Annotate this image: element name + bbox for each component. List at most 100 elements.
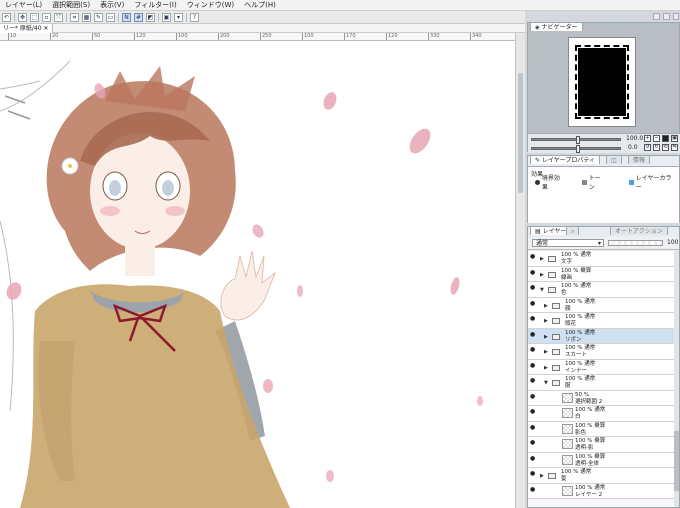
layer-row[interactable]: ● ▶ 100 % 通常 リボン — [528, 328, 674, 344]
chevron-down-icon[interactable]: ▼ — [544, 380, 548, 386]
layer-row[interactable]: ● ▶ 100 % 通常 文字 — [528, 251, 674, 267]
border-effect-button[interactable]: 境界効果 — [532, 175, 568, 191]
flip-horizontal-icon[interactable]: ⇋ — [671, 144, 678, 151]
layer-row[interactable]: ● ▼ 100 % 通常色 — [528, 282, 674, 298]
layer-row[interactable]: ● 50 % 選択範囲 2 — [528, 390, 674, 406]
eye-icon[interactable]: ● — [530, 254, 536, 260]
rotate-right-icon[interactable]: ↻ — [653, 144, 660, 151]
menu-item[interactable]: 表示(V) — [95, 0, 129, 11]
canvas-vertical-scrollbar[interactable] — [515, 33, 525, 508]
eye-icon[interactable]: ● — [530, 393, 536, 399]
layer-row[interactable]: ● ▼ 100 % 通常服 — [528, 375, 674, 391]
layer-row[interactable]: ● 100 % 乗算 透明-影 — [528, 437, 674, 453]
zoom-in-icon[interactable]: + — [644, 135, 651, 142]
layer-row[interactable]: ● ▶ 100 % 乗算 線画 — [528, 266, 674, 282]
panel-close-icon[interactable] — [673, 13, 679, 20]
tab-layer-properties[interactable]: ✎ レイヤープロパティ — [530, 155, 601, 164]
panel-options-icon[interactable] — [663, 13, 670, 20]
chevron-right-icon[interactable]: ▶ — [540, 473, 544, 479]
eye-icon[interactable]: ● — [530, 331, 536, 337]
layer-row[interactable]: ● 100 % 乗算 透明-全体 — [528, 452, 674, 468]
undo-icon[interactable]: ↶ — [2, 12, 11, 22]
eye-icon[interactable]: ● — [530, 300, 536, 306]
menu-item[interactable]: レイヤー(L) — [0, 0, 47, 11]
select-all-icon[interactable]: ⬚ — [30, 12, 39, 22]
rotate-left-icon[interactable]: ↺ — [644, 144, 651, 151]
transform-icon[interactable]: ✥ — [18, 12, 27, 22]
layer-row[interactable]: ● 100 % 通常白 — [528, 406, 674, 422]
menu-item[interactable]: ヘルプ(H) — [239, 0, 281, 11]
layer-blend-info: 100 % 通常 — [561, 283, 592, 289]
dropdown-arrow-icon[interactable]: ▾ — [174, 12, 183, 22]
effects-row: 境界効果 トーン レイヤーカラー — [528, 175, 679, 191]
menu-item[interactable]: フィルター(I) — [129, 0, 181, 11]
snap-special-icon[interactable]: ◩ — [146, 12, 155, 22]
crop-icon[interactable]: ⌗ — [70, 12, 79, 22]
reset-rotate-icon[interactable]: ⟲ — [662, 144, 669, 151]
snap-grid-icon[interactable]: # — [134, 12, 143, 22]
tab-auto-action[interactable]: オートアクション — [610, 226, 668, 235]
scrollbar-thumb[interactable] — [674, 431, 679, 491]
eye-icon[interactable]: ● — [530, 316, 536, 322]
layer-list-scrollbar[interactable] — [674, 251, 679, 507]
navigator-preview[interactable] — [568, 37, 636, 127]
eye-icon[interactable]: ● — [530, 440, 536, 446]
screen-icon[interactable]: ▣ — [162, 12, 171, 22]
eye-icon[interactable]: ● — [530, 378, 536, 384]
layer-row[interactable]: ● 100 % 通常 レイヤー 2 — [528, 483, 674, 499]
zoom-slider-thumb[interactable] — [576, 136, 580, 144]
rotate-slider-thumb[interactable] — [576, 145, 580, 153]
fit-view-icon[interactable] — [662, 135, 669, 142]
help-icon[interactable]: ? — [190, 12, 199, 22]
eye-icon[interactable]: ● — [530, 455, 536, 461]
eye-icon[interactable]: ● — [530, 285, 536, 291]
chevron-right-icon[interactable]: ▶ — [544, 303, 548, 309]
layer-row[interactable]: ● ▶ 100 % 通常 インナー — [528, 359, 674, 375]
tab-info[interactable]: 情報 — [628, 155, 651, 164]
invert-selection-icon[interactable]: ⤧ — [54, 12, 63, 22]
deselect-icon[interactable]: ▫ — [42, 12, 51, 22]
tab-secondary[interactable]: ◫ — [606, 155, 622, 164]
blend-mode-select[interactable]: 通常 ▾ — [532, 239, 604, 247]
chevron-right-icon[interactable]: ▶ — [544, 349, 548, 355]
actual-size-icon[interactable]: ▣ — [671, 135, 678, 142]
eye-icon[interactable]: ● — [530, 409, 536, 415]
chevron-down-icon[interactable]: ▼ — [540, 287, 544, 293]
zoom-out-icon[interactable]: − — [653, 135, 660, 142]
tone-button[interactable]: トーン — [579, 175, 609, 191]
layer-row[interactable]: ● ▶ 100 % 通常 頭花 — [528, 313, 674, 329]
document-tab[interactable]: リー* 原紙/40 ✕ — [0, 23, 53, 33]
eye-icon[interactable]: ● — [530, 269, 536, 275]
chevron-right-icon[interactable]: ▶ — [544, 318, 548, 324]
layer-properties-panel: ✎ レイヤープロパティ ◫ 情報 効果 境界効果 トーン レイヤーカラー — [527, 155, 680, 223]
tab-layer-search[interactable]: ⌕ — [566, 226, 580, 235]
eye-icon[interactable]: ● — [530, 362, 536, 368]
fill-icon[interactable]: ▦ — [82, 12, 91, 22]
scrollbar-thumb[interactable] — [518, 73, 523, 193]
opacity-slider[interactable] — [608, 240, 663, 246]
menu-item[interactable]: 選択範囲(S) — [47, 0, 95, 11]
layer-color-button[interactable]: レイヤーカラー — [626, 175, 679, 191]
layer-row[interactable]: ● 100 % 乗算 影色 — [528, 421, 674, 437]
eye-icon[interactable]: ● — [530, 424, 536, 430]
snap-ruler-icon[interactable]: N — [122, 12, 131, 22]
chevron-right-icon[interactable]: ▶ — [540, 272, 544, 278]
eye-icon[interactable]: ● — [530, 486, 536, 492]
layer-row[interactable]: ● ▶ 100 % 通常 スカート — [528, 344, 674, 360]
eye-icon[interactable]: ● — [530, 347, 536, 353]
layer-row[interactable]: ● ▶ 100 % 通常顔 — [528, 297, 674, 313]
chevron-right-icon[interactable]: ▶ — [544, 365, 548, 371]
layer-row[interactable]: ● ▶ 100 % 通常髪 — [528, 468, 674, 484]
canvas[interactable] — [0, 41, 515, 508]
panel-collapse-icon[interactable] — [653, 13, 660, 20]
zoom-slider[interactable] — [531, 136, 621, 144]
menu-item[interactable]: ウィンドウ(W) — [182, 0, 239, 11]
close-icon[interactable]: ✕ — [44, 25, 49, 32]
eraser-icon[interactable]: ▭ — [106, 12, 115, 22]
eye-icon[interactable]: ● — [530, 471, 536, 477]
tab-navigator[interactable]: ◈ ナビゲーター — [530, 22, 583, 31]
rotate-slider[interactable] — [531, 145, 621, 153]
pen-icon[interactable]: ✎ — [94, 12, 103, 22]
chevron-right-icon[interactable]: ▶ — [544, 334, 548, 340]
chevron-right-icon[interactable]: ▶ — [540, 256, 544, 262]
